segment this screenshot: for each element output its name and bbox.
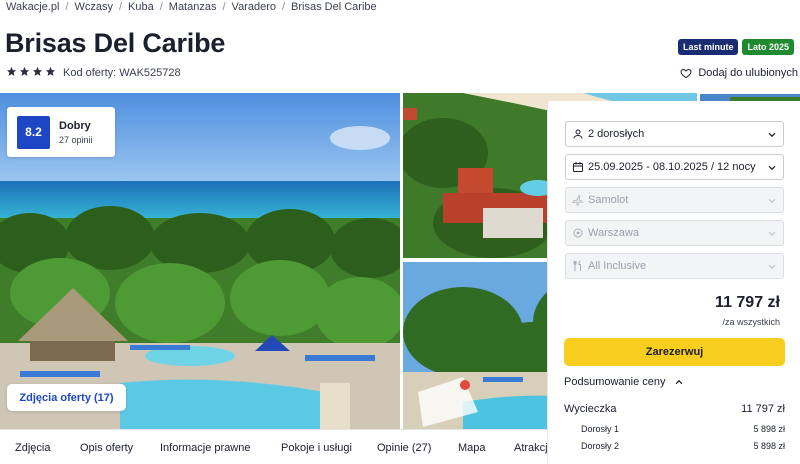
tab-offer-description[interactable]: Opis oferty xyxy=(80,442,133,454)
total-price: 11 797 zł xyxy=(715,294,780,311)
heart-icon xyxy=(680,68,692,79)
calendar-icon xyxy=(573,162,583,172)
tab-rooms-services[interactable]: Pokoje i usługi xyxy=(281,442,352,454)
price-summary-label: Podsumowanie ceny xyxy=(564,376,666,388)
last-minute-badge: Last minute xyxy=(677,39,739,55)
add-to-favorites-label: Dodaj do ulubionych xyxy=(698,67,798,79)
breadcrumb-separator: / xyxy=(222,1,226,13)
tab-attractions[interactable]: Atrakcje xyxy=(514,442,547,454)
person-icon xyxy=(573,129,583,139)
summary-row-adult: Dorosły 1 5 898 zł xyxy=(564,424,785,434)
summary-adult-value: 5 898 zł xyxy=(753,424,785,434)
star-rating xyxy=(6,66,56,77)
star-icon xyxy=(45,66,56,76)
section-tabs: Zdjęcia Opis oferty Informacje prawne Po… xyxy=(0,429,547,464)
rating-score: 8.2 xyxy=(17,115,50,149)
chevron-down-icon xyxy=(768,165,776,171)
page-title: Brisas Del Caribe xyxy=(5,28,226,58)
summary-row-adult: Dorosły 2 5 898 zł xyxy=(564,441,785,451)
booking-panel: 2 dorosłych 25.09.2025 - 08.10.2025 / 12… xyxy=(547,101,800,464)
price-summary-toggle[interactable]: Podsumowanie ceny xyxy=(564,376,684,388)
breadcrumb-separator: / xyxy=(118,1,123,13)
chevron-down-icon xyxy=(768,264,776,270)
summary-adult-label: Dorosły 1 xyxy=(581,424,620,434)
travelers-value: 2 dorosłych xyxy=(588,128,645,140)
plane-icon xyxy=(572,194,583,206)
star-icon xyxy=(32,66,43,76)
breadcrumb-item-wczasy[interactable]: Wczasy xyxy=(74,1,113,13)
tab-photos[interactable]: Zdjęcia xyxy=(15,442,50,454)
breadcrumb-item-current: Brisas Del Caribe xyxy=(291,1,377,13)
offer-code: Kod oferty: WAK525728 xyxy=(63,67,181,79)
cutlery-icon xyxy=(573,260,581,271)
travelers-select[interactable]: 2 dorosłych xyxy=(565,121,784,147)
rating-card[interactable]: 8.2 Dobry 27 opinii xyxy=(7,107,115,157)
tab-legal-info[interactable]: Informacje prawne xyxy=(160,442,251,454)
summary-adult-label: Dorosły 2 xyxy=(581,441,620,451)
add-to-favorites-button[interactable]: Dodaj do ulubionych xyxy=(680,67,798,79)
breadcrumb-item-kuba[interactable]: Kuba xyxy=(128,1,154,13)
departure-city-select: Warszawa xyxy=(565,220,784,246)
star-icon xyxy=(6,66,17,76)
view-photos-button[interactable]: Zdjęcia oferty (17) xyxy=(7,384,126,411)
badge-group: Last minute Lato 2025 xyxy=(677,39,794,55)
breadcrumb-item-home[interactable]: Wakacje.pl xyxy=(6,1,59,13)
dates-select[interactable]: 25.09.2025 - 08.10.2025 / 12 nocy xyxy=(565,154,784,180)
location-pin-icon xyxy=(573,228,583,238)
season-badge: Lato 2025 xyxy=(742,39,794,55)
breadcrumb-item-matanzas[interactable]: Matanzas xyxy=(169,1,217,13)
reserve-button[interactable]: Zarezerwuj xyxy=(564,338,785,366)
chevron-down-icon xyxy=(768,132,776,138)
star-icon xyxy=(19,66,30,76)
summary-trip-label: Wycieczka xyxy=(564,403,617,415)
breadcrumb-item-varadero[interactable]: Varadero xyxy=(232,1,276,13)
board-type-value: All Inclusive xyxy=(588,260,647,272)
price-note: /za wszystkich xyxy=(722,317,780,327)
chevron-up-icon xyxy=(675,379,682,385)
rating-label: Dobry xyxy=(59,119,91,132)
summary-row-trip: Wycieczka 11 797 zł xyxy=(564,403,785,415)
summary-trip-value: 11 797 zł xyxy=(741,403,785,415)
chevron-down-icon xyxy=(768,198,776,204)
board-type-select: All Inclusive xyxy=(565,253,784,279)
tab-map[interactable]: Mapa xyxy=(458,442,486,454)
chevron-down-icon xyxy=(768,231,776,237)
departure-city-value: Warszawa xyxy=(588,227,639,239)
tab-reviews[interactable]: Opinie (27) xyxy=(377,442,431,454)
dates-value: 25.09.2025 - 08.10.2025 / 12 nocy xyxy=(588,161,756,173)
breadcrumb: Wakacje.pl / Wczasy / Kuba / Matanzas / Varadero… xyxy=(6,1,377,13)
breadcrumb-separator: / xyxy=(281,1,286,13)
transport-value: Samolot xyxy=(588,194,629,206)
breadcrumb-separator: / xyxy=(65,1,69,13)
summary-adult-value: 5 898 zł xyxy=(753,441,785,451)
breadcrumb-separator: / xyxy=(159,1,163,13)
rating-count: 27 opinii xyxy=(59,134,93,145)
transport-select: Samolot xyxy=(565,187,784,213)
